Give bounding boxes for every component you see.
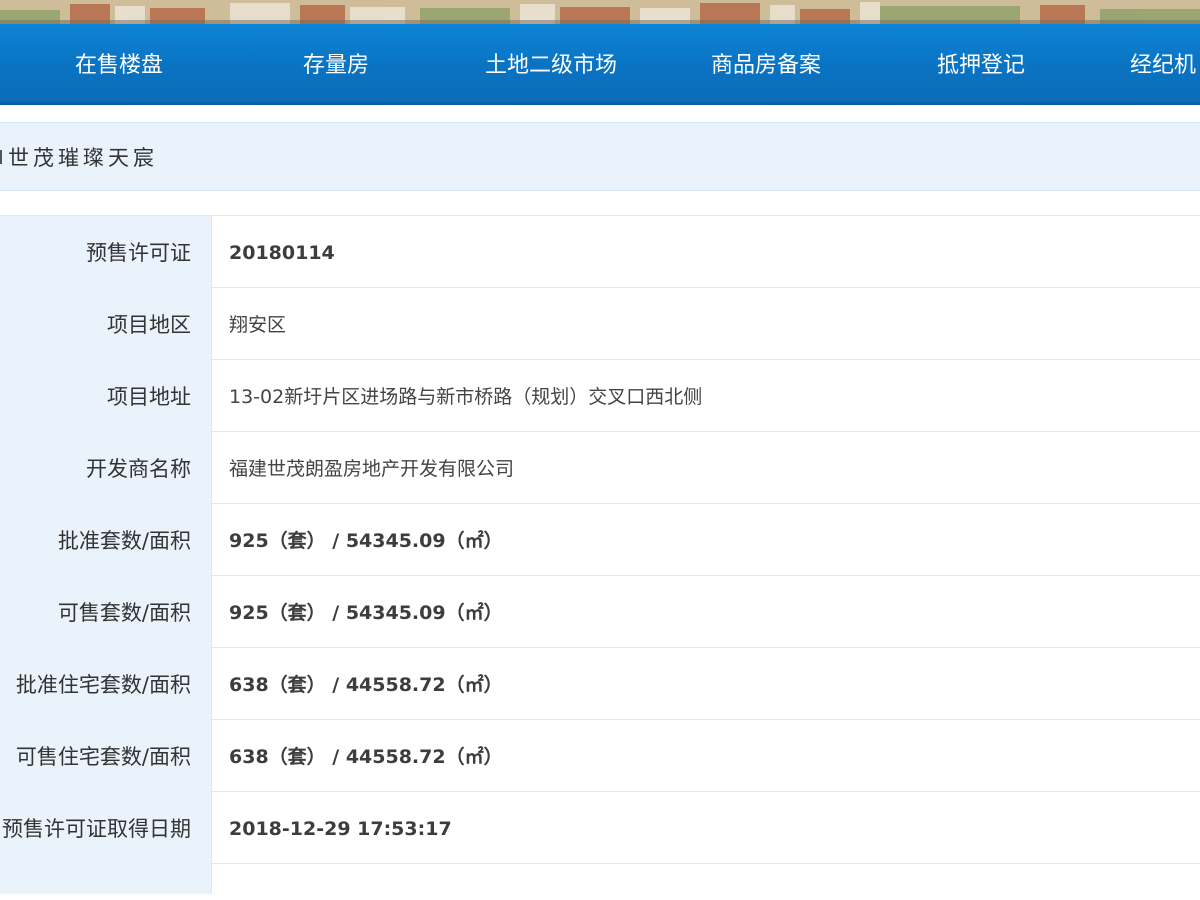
table-row: 预售许可证 20180114 [0, 216, 1200, 288]
table-row: 项目地区 翔安区 [0, 288, 1200, 360]
row-value: 925（套） / 54345.09（㎡） [229, 602, 503, 624]
table-row: 可售套数/面积 925（套） / 54345.09（㎡） [0, 576, 1200, 648]
row-label: 批准住宅套数/面积 [0, 648, 212, 720]
row-value: 2018-12-29 17:53:17 [229, 818, 452, 840]
row-value: 20180114 [229, 242, 335, 264]
cityscape-illustration [0, 0, 1200, 24]
table-row [0, 864, 1200, 894]
row-label: 批准套数/面积 [0, 504, 212, 576]
row-value: 925（套） / 54345.09（㎡） [229, 530, 503, 552]
row-label: 项目地区 [0, 288, 212, 360]
nav-item-mortgage-registration[interactable]: 抵押登记 [937, 24, 1025, 102]
nav-item-housing-filing[interactable]: 商品房备案 [711, 24, 821, 102]
row-label: 预售许可证取得日期 [0, 792, 212, 864]
row-label: 开发商名称 [0, 432, 212, 504]
table-row: 批准住宅套数/面积 638（套） / 44558.72（㎡） [0, 648, 1200, 720]
project-title-bar: 世茂璀璨天宸 [0, 122, 1200, 191]
table-row: 批准套数/面积 925（套） / 54345.09（㎡） [0, 504, 1200, 576]
presale-detail-table: 预售许可证 20180114 项目地区 翔安区 项目地址 13-02新圩片区进场… [0, 215, 1200, 894]
table-row: 预售许可证取得日期 2018-12-29 17:53:17 [0, 792, 1200, 864]
table-row: 可售住宅套数/面积 638（套） / 44558.72（㎡） [0, 720, 1200, 792]
row-label: 可售住宅套数/面积 [0, 720, 212, 792]
nav-item-land-secondary-market[interactable]: 土地二级市场 [485, 24, 617, 102]
nav-item-existing-housing[interactable]: 存量房 [303, 24, 369, 102]
table-row: 开发商名称 福建世茂朗盈房地产开发有限公司 [0, 432, 1200, 504]
table-row: 项目地址 13-02新圩片区进场路与新市桥路（规划）交叉口西北侧 [0, 360, 1200, 432]
nav-item-agencies[interactable]: 经纪机 [1130, 24, 1196, 102]
project-title: 世茂璀璨天宸 [8, 146, 158, 170]
header-banner-image [0, 0, 1200, 24]
row-value: 福建世茂朗盈房地产开发有限公司 [229, 458, 515, 480]
row-label: 预售许可证 [0, 216, 212, 288]
nav-item-on-sale[interactable]: 在售楼盘 [75, 24, 163, 102]
row-label [0, 864, 212, 894]
row-value: 13-02新圩片区进场路与新市桥路（规划）交叉口西北侧 [229, 386, 703, 408]
title-bullet-icon [0, 150, 2, 164]
row-label: 项目地址 [0, 360, 212, 432]
row-value: 638（套） / 44558.72（㎡） [229, 746, 503, 768]
row-label: 可售套数/面积 [0, 576, 212, 648]
row-value: 638（套） / 44558.72（㎡） [229, 674, 503, 696]
main-nav-bar: 在售楼盘 存量房 土地二级市场 商品房备案 抵押登记 经纪机 [0, 24, 1200, 105]
row-value: 翔安区 [229, 314, 287, 336]
